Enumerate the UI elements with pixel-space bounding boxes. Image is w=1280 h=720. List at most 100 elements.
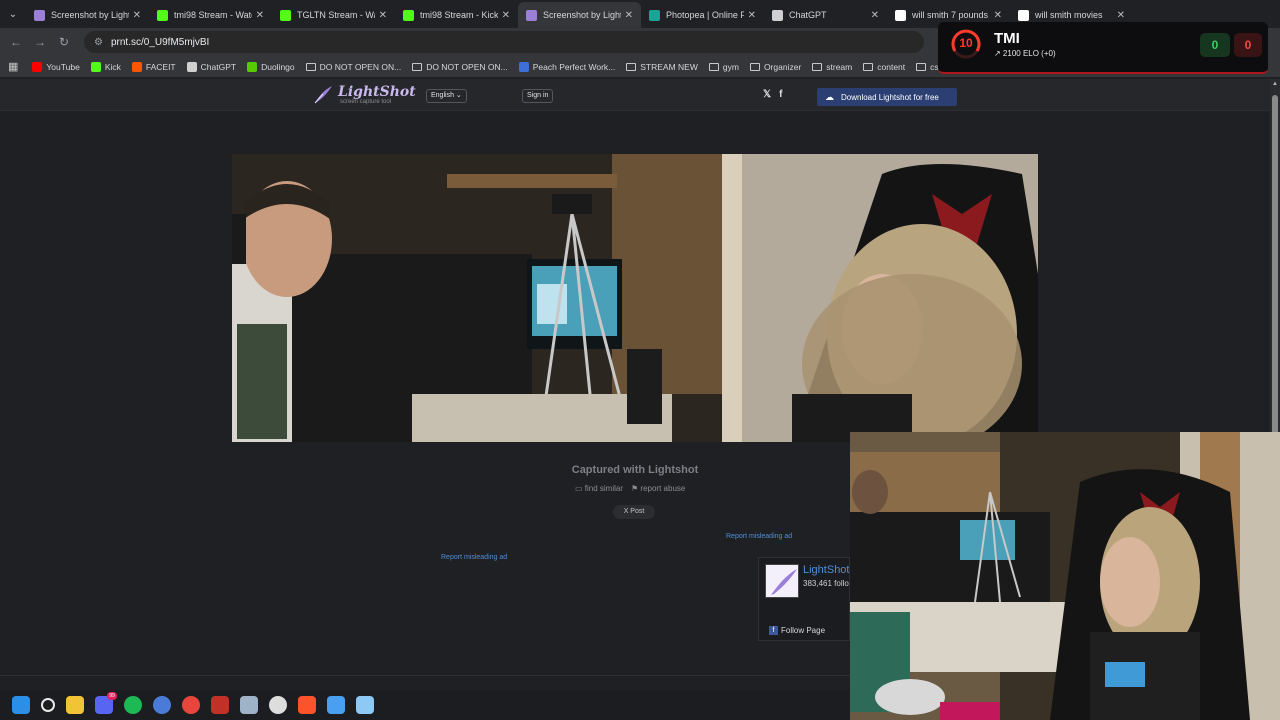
bookmark-item[interactable]: DO NOT OPEN ON... <box>412 62 508 72</box>
bookmark-label: Organizer <box>763 61 802 72</box>
close-tab-icon[interactable]: ✕ <box>994 10 1002 21</box>
windows-taskbar: 99 <box>0 690 850 720</box>
browser-tab[interactable]: tmi98 Stream - Kick D ✕ <box>395 2 518 28</box>
faceit-elo-overlay: 10 TMI ↗ 2100 ELO (+0) 0 0 <box>938 22 1268 74</box>
windows-start-icon[interactable] <box>12 696 30 714</box>
close-tab-icon[interactable]: ✕ <box>625 10 633 21</box>
shield-app-icon[interactable] <box>211 696 229 714</box>
notepad-icon[interactable] <box>356 696 374 714</box>
report-misleading-ad-link[interactable]: Report misleading ad <box>726 533 792 540</box>
bookmark-item[interactable]: YouTube <box>32 61 80 72</box>
tab-title: tmi98 Stream - Kick D <box>420 10 498 20</box>
browser-tab[interactable]: Screenshot by Lightshot ✕ <box>518 2 641 28</box>
photopea-icon <box>649 9 660 21</box>
lightshot-feather-icon <box>314 86 332 104</box>
search-icon[interactable] <box>41 698 55 712</box>
bookmark-item[interactable]: DO NOT OPEN ON... <box>305 61 402 72</box>
webcam-overlay <box>850 432 1280 720</box>
folder-icon <box>412 62 423 71</box>
bookmark-item[interactable]: gym <box>708 61 739 72</box>
bookmark-label: YouTube <box>46 61 80 72</box>
browser-tab[interactable]: Screenshot by Lightshot ✕ <box>26 2 149 28</box>
browser-tab[interactable]: TGLTN Stream - Watch ✕ <box>272 2 395 28</box>
tab-title: ChatGPT <box>789 10 827 20</box>
url-field[interactable]: ⚙ prnt.sc/0_U9fM5mjvBI <box>84 31 924 53</box>
forward-arrow-icon[interactable]: → <box>28 35 52 49</box>
close-tab-icon[interactable]: ✕ <box>379 10 387 21</box>
obs-icon[interactable] <box>269 696 287 714</box>
close-tab-icon[interactable]: ✕ <box>748 10 756 21</box>
brave-icon[interactable] <box>298 696 316 714</box>
tab-search-chevron-icon[interactable]: ⌄ <box>0 0 26 28</box>
reload-icon[interactable]: ↻ <box>52 35 76 49</box>
browser-tab[interactable]: tmi98 Stream - Watch ✕ <box>149 2 272 28</box>
notification-badge: 99 <box>107 692 117 700</box>
follow-page-button[interactable]: f Follow Page <box>769 626 825 635</box>
screenshot-image[interactable] <box>232 154 1038 442</box>
app-globe-icon[interactable] <box>153 696 171 714</box>
fb-page-name[interactable]: LightShot <box>803 564 849 576</box>
twitter-icon[interactable]: 𝕏 <box>763 89 771 100</box>
facebook-icon[interactable]: f <box>779 89 782 100</box>
bookmark-label: Peach Perfect Work... <box>532 61 616 72</box>
bookmark-item[interactable]: stream <box>812 62 852 72</box>
lightshot-feather-icon <box>771 569 797 595</box>
site-info-icon[interactable]: ⚙ <box>94 37 103 48</box>
bookmark-item[interactable]: STREAM NEW <box>626 62 698 72</box>
bookmark-label: gym <box>722 61 739 72</box>
download-lightshot-button[interactable]: ☁ Download Lightshot for free <box>817 88 957 106</box>
x-post-button[interactable]: X Post <box>613 505 655 519</box>
bookmark-item[interactable]: content <box>863 62 905 72</box>
bookmark-site-icon <box>518 61 529 72</box>
player-elo: ↗ 2100 ELO (+0) <box>994 49 1056 58</box>
bookmark-site-icon <box>90 61 101 72</box>
chrome-icon[interactable] <box>182 696 200 714</box>
lightshot-logo[interactable]: LightShot screen capture tool <box>312 84 416 106</box>
find-similar-label: find similar <box>584 484 624 493</box>
scroll-up-icon[interactable]: ▲ <box>1272 81 1278 87</box>
apps-grid-icon[interactable]: ▦ <box>8 60 18 73</box>
bookmark-item[interactable]: ChatGPT <box>186 61 236 72</box>
folder-icon <box>916 62 927 71</box>
discord-icon[interactable]: 99 <box>95 692 117 714</box>
footer-divider <box>0 675 850 676</box>
bookmark-item[interactable]: cs <box>916 62 939 72</box>
report-misleading-ad-link[interactable]: Report misleading ad <box>441 554 507 561</box>
close-tab-icon[interactable]: ✕ <box>133 10 141 21</box>
spotify-icon[interactable] <box>124 696 142 714</box>
bookmark-item[interactable]: Organizer <box>749 61 802 72</box>
sign-in-button[interactable]: Sign in <box>522 89 554 103</box>
lightshot-feather-icon <box>34 9 45 21</box>
kick-icon <box>403 9 414 21</box>
tab-title: Screenshot by Lightshot <box>543 10 621 20</box>
file-explorer-icon[interactable] <box>66 696 84 714</box>
close-tab-icon[interactable]: ✕ <box>256 10 264 21</box>
flag-icon: ⚑ <box>631 484 641 493</box>
bookmark-item[interactable]: Peach Perfect Work... <box>518 61 616 72</box>
download-label: Download Lightshot for free <box>841 92 939 102</box>
bookmark-label: DO NOT OPEN ON... <box>319 61 402 72</box>
download-cloud-icon: ☁ <box>825 91 834 102</box>
close-tab-icon[interactable]: ✕ <box>871 10 879 21</box>
photo-app-icon[interactable] <box>327 696 345 714</box>
back-arrow-icon[interactable]: ← <box>4 35 28 49</box>
lightshot-brand-name: LightShot <box>338 83 416 100</box>
bookmark-item[interactable]: FACEIT <box>131 61 176 72</box>
report-abuse-label: report abuse <box>640 484 686 493</box>
player-name: TMI <box>994 30 1020 47</box>
lightshot-page-avatar[interactable] <box>765 564 799 598</box>
steam-icon[interactable] <box>240 696 258 714</box>
bookmark-label: Kick <box>104 61 121 72</box>
browser-tab[interactable]: Photopea | Online Ph ✕ <box>641 2 764 28</box>
close-tab-icon[interactable]: ✕ <box>502 10 510 21</box>
bookmark-site-icon <box>186 61 197 72</box>
bookmark-item[interactable]: Kick <box>90 61 121 72</box>
tab-title: will smith 7 pounds <box>912 10 989 20</box>
bookmark-item[interactable]: Duolingo <box>247 61 295 72</box>
bookmark-label: Duolingo <box>261 61 295 72</box>
report-abuse-link[interactable]: ⚑ report abuse <box>631 484 685 493</box>
find-similar-link[interactable]: ▭ find similar <box>575 484 623 493</box>
language-select[interactable]: English ⌄ <box>426 89 467 103</box>
browser-tab[interactable]: ChatGPT ✕ <box>764 2 887 28</box>
close-tab-icon[interactable]: ✕ <box>1117 10 1125 21</box>
